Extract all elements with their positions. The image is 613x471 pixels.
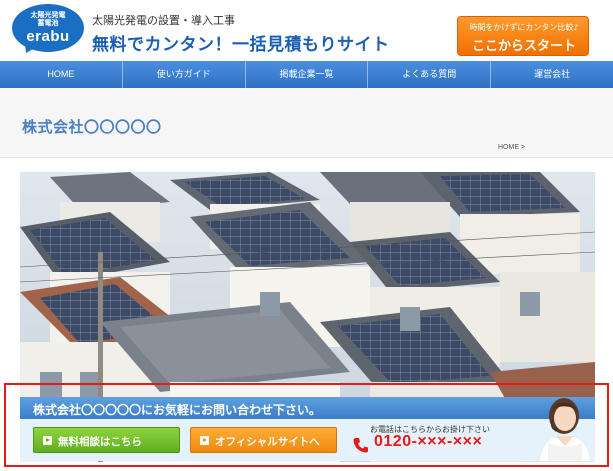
site-header: 太陽光発電 蓄電池 erabu 太陽光発電の設置・導入工事 無料でカンタン！一括… bbox=[0, 0, 613, 60]
official-button-label: オフィシャルサイトへ bbox=[215, 436, 320, 448]
logo-subtitle: 太陽光発電 蓄電池 bbox=[30, 11, 66, 27]
consult-button-label: 無料相談はこちら bbox=[58, 436, 142, 448]
logo-text: erabu bbox=[26, 28, 70, 45]
breadcrumb[interactable]: HOME > bbox=[498, 144, 525, 151]
free-consultation-button[interactable]: 無料相談はこちら bbox=[33, 427, 180, 453]
arrow-icon bbox=[43, 436, 52, 445]
page-title-band: 株式会社〇〇〇〇〇 HOME > bbox=[0, 88, 613, 158]
nav-item-companies[interactable]: 掲載企業一覧 bbox=[246, 61, 369, 88]
contact-heading: 株式会社〇〇〇〇〇にお気軽にお問い合わせ下さい。 bbox=[33, 403, 322, 417]
official-site-button[interactable]: オフィシャルサイトへ bbox=[190, 427, 337, 453]
nav-item-home[interactable]: HOME bbox=[0, 61, 123, 88]
phone-number[interactable]: 0120-×××-××× bbox=[374, 433, 482, 451]
nav-item-faq[interactable]: よくある質問 bbox=[368, 61, 492, 88]
cta-subtext: 時間をかけずにカンタン比較♪ bbox=[469, 23, 579, 32]
site-title: 無料でカンタン！一括見積もりサイト bbox=[92, 35, 390, 55]
phone-icon bbox=[353, 438, 368, 453]
global-nav: HOME 使い方ガイド 掲載企業一覧 よくある質問 運営会社 bbox=[0, 61, 613, 88]
page-title: 株式会社〇〇〇〇〇 bbox=[22, 118, 162, 136]
operator-woman-image bbox=[540, 398, 590, 461]
site-tagline: 太陽光発電の設置・導入工事 bbox=[92, 14, 235, 27]
start-cta-button[interactable]: 時間をかけずにカンタン比較♪ ここからスタート bbox=[457, 16, 589, 56]
site-logo[interactable]: 太陽光発電 蓄電池 erabu bbox=[12, 4, 84, 57]
nav-item-guide[interactable]: 使い方ガイド bbox=[123, 61, 246, 88]
nav-item-operator[interactable]: 運営会社 bbox=[491, 61, 613, 88]
cta-label: ここからスタート bbox=[471, 39, 576, 54]
arrow-icon bbox=[200, 436, 209, 445]
